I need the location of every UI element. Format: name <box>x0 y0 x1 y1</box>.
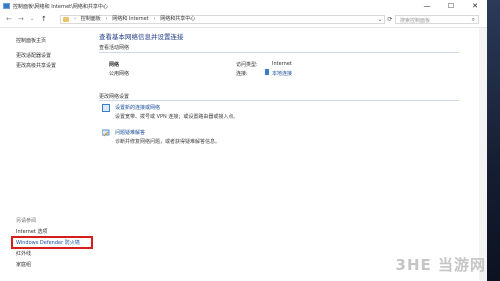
new-connection-desc: 设置宽带、拨号或 VPN 连接；或设置路由器或接入点。 <box>115 114 239 120</box>
breadcrumb-control-panel[interactable]: 控制面板 <box>81 16 101 22</box>
breadcrumb-network-internet[interactable]: 网络和 Internet <box>112 16 148 22</box>
back-arrow-icon[interactable]: ← <box>6 16 12 23</box>
access-type-label: 访问类型: <box>236 62 258 68</box>
divider <box>99 100 459 101</box>
main-content: 查看基本网络信息并设置连接 查看活动网络 网络 公用网络 访问类型: Inter… <box>88 28 487 281</box>
address-dropdown-icon[interactable]: ⌄ <box>375 15 385 24</box>
troubleshoot-desc: 诊断并修复网络问题，或者获得疑难解答信息。 <box>115 139 221 145</box>
breadcrumb[interactable]: › 控制面板 › 网络和 Internet › 网络和共享中心 <box>60 15 385 24</box>
title-bar: 控制面板\网络和 Internet\网络和共享中心 — ☐ ✕ <box>0 0 487 13</box>
forward-arrow-icon[interactable]: → <box>18 16 24 23</box>
control-panel-window: 控制面板\网络和 Internet\网络和共享中心 — ☐ ✕ ← → ⌄ ↑ … <box>0 0 487 281</box>
divider <box>99 52 459 53</box>
troubleshoot-link[interactable]: 问题疑难解答 <box>115 129 145 136</box>
search-input[interactable]: 搜索控制面板 ⌕ <box>395 15 479 24</box>
desktop-background <box>487 0 500 281</box>
scrollbar[interactable] <box>479 28 487 281</box>
watermark: 3HE 当游网 <box>395 256 486 274</box>
sidebar-item-internet-options[interactable]: Internet 选项 <box>16 228 47 235</box>
address-bar: ← → ⌄ ↑ › 控制面板 › 网络和 Internet › 网络和共享中心 … <box>0 13 487 28</box>
folder-icon <box>63 17 69 22</box>
window-title: 控制面板\网络和 Internet\网络和共享中心 <box>13 4 108 10</box>
breadcrumb-separator: › <box>105 16 108 22</box>
search-placeholder: 搜索控制面板 <box>400 18 431 24</box>
sidebar-item-infrared[interactable]: 红外线 <box>16 250 31 257</box>
network-type: 公用网络 <box>109 71 130 77</box>
see-also-heading: 另请参阅 <box>16 218 37 224</box>
up-arrow-icon[interactable]: ↑ <box>41 16 47 23</box>
new-connection-icon <box>102 104 110 112</box>
search-icon: ⌕ <box>471 16 475 23</box>
refresh-icon[interactable]: ⟳ <box>385 15 395 24</box>
control-panel-icon <box>3 3 10 9</box>
local-connection-link[interactable]: 本地连接 <box>272 70 292 77</box>
network-name: 网络 <box>109 62 120 68</box>
ethernet-icon <box>265 69 269 75</box>
breadcrumb-sharing-center[interactable]: 网络和共享中心 <box>160 16 195 22</box>
breadcrumb-separator: › <box>153 16 156 22</box>
active-networks-label: 查看活动网络 <box>99 45 130 51</box>
page-title: 查看基本网络信息并设置连接 <box>99 33 184 41</box>
highlight-box <box>11 236 93 249</box>
connections-label: 连接: <box>236 71 248 77</box>
recent-chevron-icon[interactable]: ⌄ <box>30 16 34 23</box>
sidebar-item-home[interactable]: 控制面板主页 <box>16 37 46 44</box>
minimize-button[interactable]: — <box>415 0 439 13</box>
close-button[interactable]: ✕ <box>463 0 487 13</box>
breadcrumb-separator: › <box>74 16 76 22</box>
access-type-value: Internet <box>272 61 292 67</box>
troubleshoot-icon <box>101 129 110 137</box>
sidebar-item-advanced-sharing[interactable]: 更改高级共享设置 <box>16 62 56 69</box>
change-settings-label: 更改网络设置 <box>99 94 130 100</box>
sidebar-item-adapter-settings[interactable]: 更改适配器设置 <box>16 52 51 59</box>
sidebar-item-homegroup[interactable]: 家庭组 <box>16 261 31 268</box>
new-connection-link[interactable]: 设置新的连接或网络 <box>115 104 160 111</box>
maximize-button[interactable]: ☐ <box>439 0 463 13</box>
